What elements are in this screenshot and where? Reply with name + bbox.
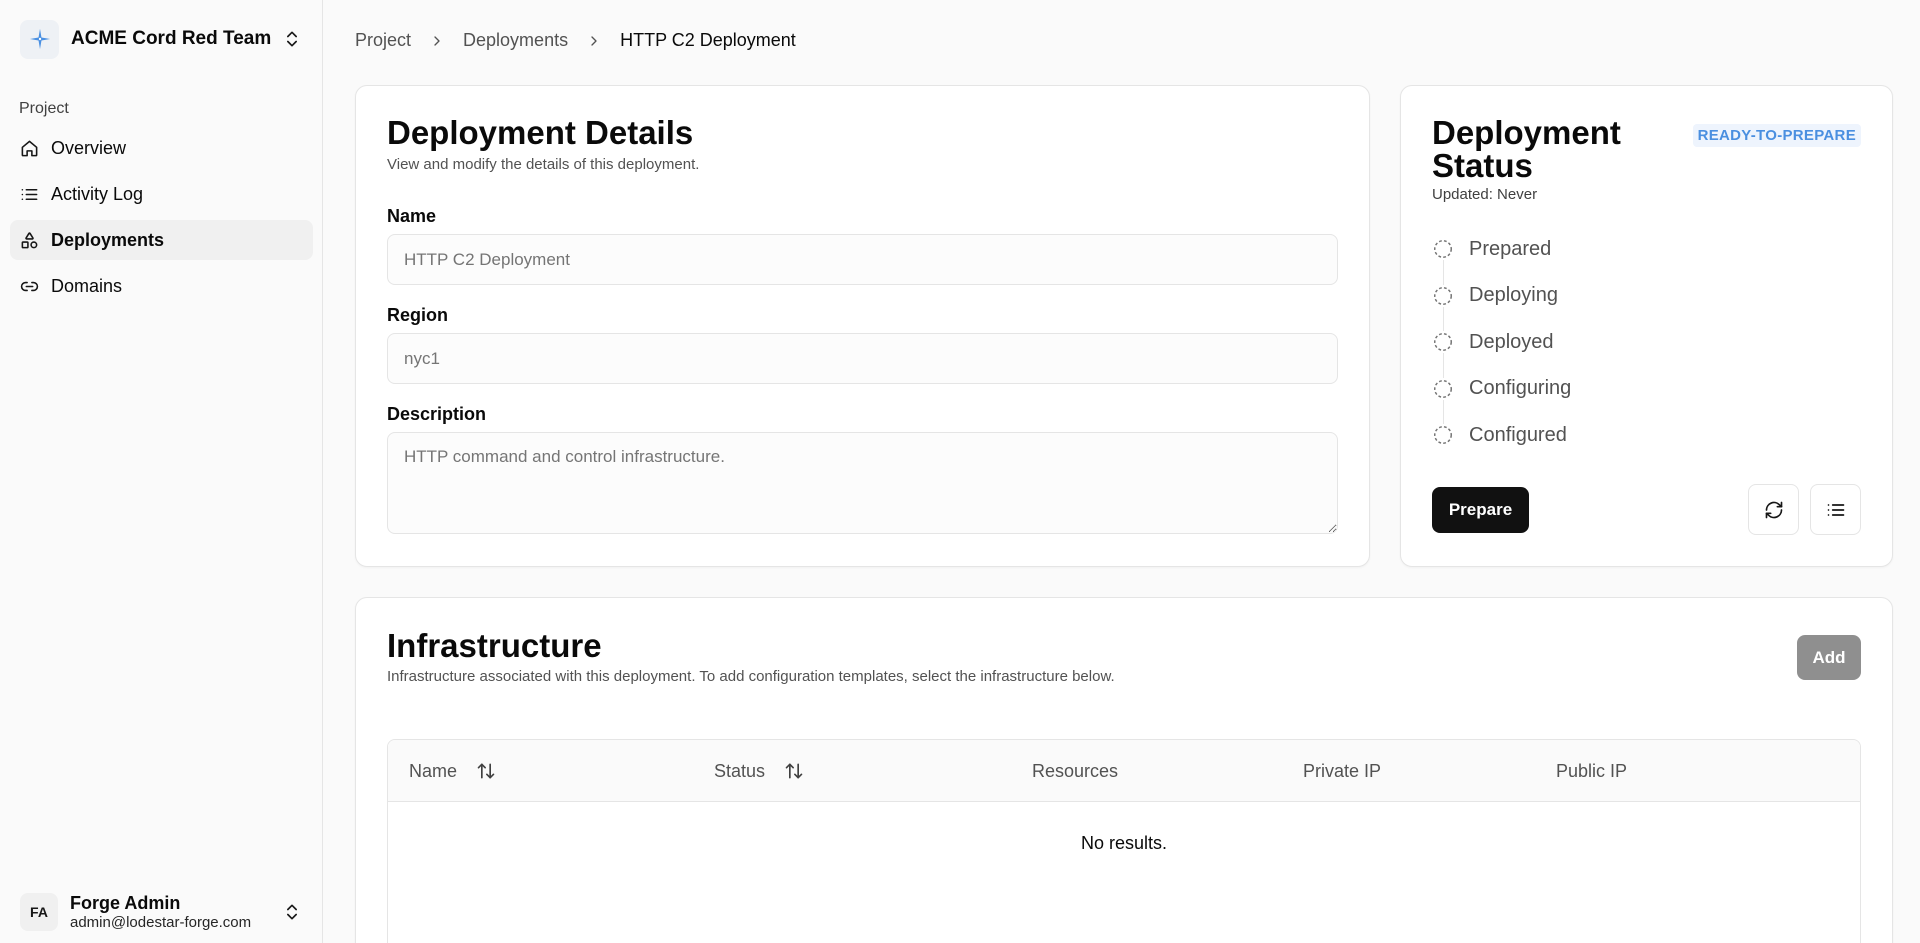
status-title: Deployment Status — [1432, 114, 1621, 184]
list-icon — [21, 188, 38, 200]
column-header-public-ip: Public IP — [1556, 740, 1627, 802]
sidebar-item-deployments[interactable]: Deployments — [10, 220, 313, 260]
details-description: View and modify the details of this depl… — [387, 156, 700, 173]
sidebar-item-overview[interactable]: Overview — [10, 128, 313, 168]
refresh-icon — [1765, 501, 1782, 518]
deployment-details-card: Deployment Details View and modify the d… — [355, 85, 1370, 567]
sparkle-icon — [29, 28, 50, 50]
infrastructure-card: Infrastructure Infrastructure associated… — [355, 597, 1893, 943]
description-textarea[interactable] — [387, 432, 1338, 534]
status-step-configuring: Configuring — [1432, 375, 1571, 403]
sidebar: ACME Cord Red Team Project Overview Acti… — [0, 0, 323, 943]
dashed-circle-icon — [1432, 377, 1454, 400]
status-step-label: Deploying — [1469, 284, 1558, 306]
nav-group-label: Project — [19, 100, 69, 117]
details-title: Deployment Details — [387, 114, 694, 151]
sidebar-nav: Overview Activity Log Deployments Domain… — [10, 128, 313, 312]
status-step-prepared: Prepared — [1432, 235, 1571, 263]
chevron-right-icon — [591, 35, 597, 46]
region-input[interactable] — [387, 333, 1338, 384]
status-step-deployed: Deployed — [1432, 328, 1571, 356]
infrastructure-title: Infrastructure — [387, 627, 602, 664]
status-step-configured: Configured — [1432, 421, 1571, 449]
link-icon — [20, 281, 39, 291]
user-menu[interactable]: FA Forge Admin admin@lodestar-forge.com — [10, 886, 312, 938]
status-updated: Updated: Never — [1432, 186, 1538, 203]
sort-icon[interactable] — [784, 761, 804, 781]
avatar: FA — [20, 893, 58, 931]
dashed-circle-icon — [1432, 284, 1454, 307]
list-icon — [1827, 503, 1844, 516]
shapes-icon — [21, 231, 38, 248]
sidebar-item-label: Overview — [51, 137, 127, 158]
sidebar-item-domains[interactable]: Domains — [10, 266, 313, 306]
sort-icon[interactable] — [476, 761, 496, 781]
sidebar-item-activity-log[interactable]: Activity Log — [10, 174, 313, 214]
sidebar-item-label: Deployments — [51, 229, 165, 250]
user-name: Forge Admin — [70, 893, 181, 914]
column-header-private-ip: Private IP — [1303, 740, 1381, 802]
status-timeline: Prepared Deploying Deployed Configuring … — [1432, 235, 1571, 468]
home-icon — [21, 140, 38, 156]
name-label: Name — [387, 206, 437, 226]
column-header-resources: Resources — [1032, 740, 1118, 802]
status-badge: READY-TO-PREPARE — [1692, 124, 1861, 147]
breadcrumb-deployments[interactable]: Deployments — [463, 30, 568, 51]
column-header-label: Status — [714, 760, 766, 781]
refresh-button[interactable] — [1748, 484, 1799, 535]
chevrons-up-down-icon — [287, 904, 297, 920]
column-header-name: Name — [409, 740, 496, 802]
column-header-label: Public IP — [1556, 760, 1628, 781]
team-switcher[interactable]: ACME Cord Red Team — [10, 16, 312, 62]
status-step-label: Configured — [1469, 423, 1567, 446]
chevron-right-icon — [434, 35, 440, 46]
dashed-circle-icon — [1432, 238, 1454, 260]
description-label: Description — [387, 404, 487, 424]
table-empty-row: No results. — [1080, 832, 1168, 853]
status-step-deploying: Deploying — [1432, 282, 1571, 310]
column-header-status: Status — [714, 740, 804, 802]
table-header: Name Status Resources Private IP Public … — [388, 740, 1860, 802]
deployment-status-card: Deployment Status READY-TO-PREPARE Updat… — [1400, 85, 1893, 567]
infrastructure-table: Name Status Resources Private IP Public … — [387, 739, 1861, 943]
user-email: admin@lodestar-forge.com — [70, 913, 252, 931]
dashed-circle-icon — [1432, 424, 1454, 446]
breadcrumb: Project Deployments HTTP C2 Deployment — [355, 30, 796, 51]
team-name: ACME Cord Red Team — [71, 28, 272, 49]
status-step-label: Prepared — [1469, 237, 1552, 260]
sidebar-item-label: Activity Log — [51, 183, 144, 204]
infrastructure-description: Infrastructure associated with this depl… — [387, 668, 1115, 685]
breadcrumb-current: HTTP C2 Deployment — [620, 30, 796, 50]
prepare-button[interactable]: Prepare — [1432, 487, 1529, 533]
logs-button[interactable] — [1810, 484, 1861, 535]
region-label: Region — [387, 305, 448, 325]
user-info: Forge Admin admin@lodestar-forge.com — [70, 893, 282, 931]
column-header-label: Private IP — [1303, 760, 1382, 781]
column-header-label: Name — [409, 760, 458, 781]
status-step-label: Configuring — [1469, 377, 1572, 399]
breadcrumb-project[interactable]: Project — [355, 30, 411, 51]
name-input[interactable] — [387, 234, 1338, 285]
team-logo — [20, 19, 59, 59]
add-infrastructure-button[interactable]: Add — [1797, 635, 1861, 680]
dashed-circle-icon — [1432, 331, 1454, 353]
status-step-label: Deployed — [1469, 330, 1554, 353]
chevrons-up-down-icon — [287, 31, 297, 47]
sidebar-item-label: Domains — [51, 275, 123, 296]
column-header-label: Resources — [1032, 760, 1119, 781]
